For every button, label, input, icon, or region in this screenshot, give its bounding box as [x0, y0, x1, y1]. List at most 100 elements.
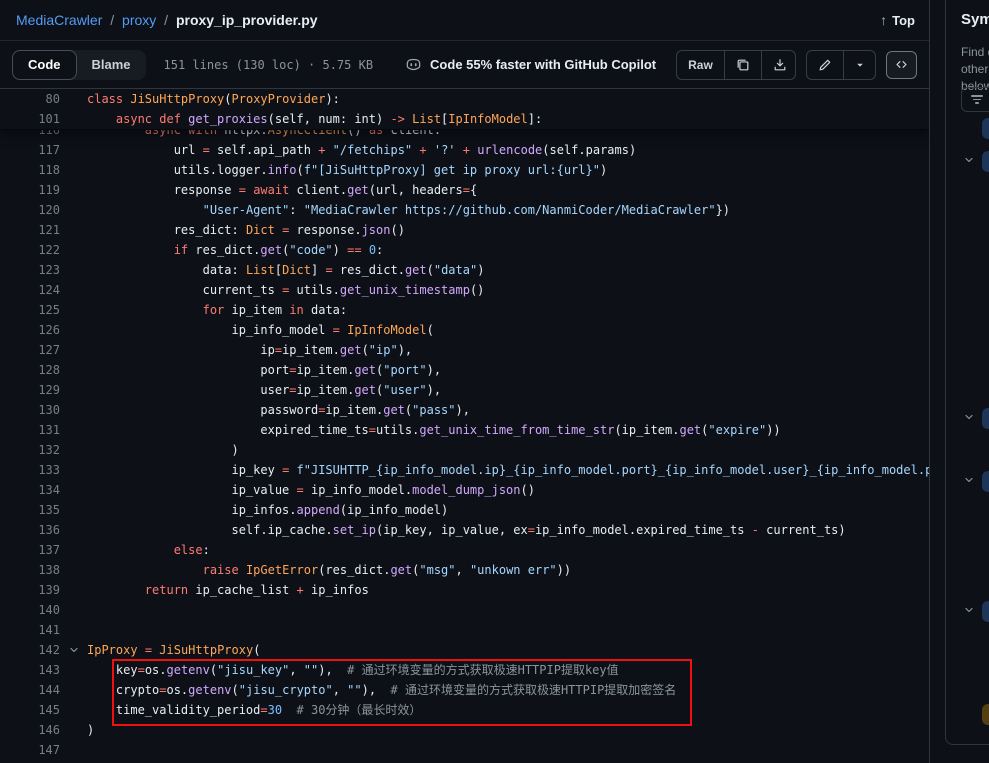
symbol-item[interactable]: [982, 471, 989, 492]
edit-button[interactable]: [807, 51, 843, 79]
line-number[interactable]: 130: [0, 400, 60, 420]
symbols-panel-toggle-button[interactable]: [886, 51, 917, 79]
collapse-gutter: [60, 480, 87, 500]
line-number[interactable]: 141: [0, 620, 60, 640]
code-text: current_ts = utils.get_unix_timestamp(): [87, 280, 929, 300]
line-number[interactable]: 128: [0, 360, 60, 380]
symbols-filter-button[interactable]: [961, 87, 989, 112]
line-number[interactable]: 119: [0, 180, 60, 200]
line-number[interactable]: 131: [0, 420, 60, 440]
sticky-context-lines: 80 class JiSuHttpProxy(ProxyProvider): 101…: [0, 89, 929, 129]
collapse-gutter: [60, 720, 87, 740]
code-text: port=ip_item.get("port"),: [87, 360, 929, 380]
back-to-top-label: Top: [892, 13, 915, 28]
line-number[interactable]: 80: [0, 89, 60, 109]
tab-blame[interactable]: Blame: [77, 50, 146, 80]
code-lines: 116async with httpx.AsyncClient() as cli…: [0, 89, 929, 760]
code-text: class JiSuHttpProxy(ProxyProvider):: [87, 89, 929, 109]
raw-button[interactable]: Raw: [677, 51, 724, 79]
line-number[interactable]: 124: [0, 280, 60, 300]
line-number[interactable]: 134: [0, 480, 60, 500]
breadcrumb-repo-link[interactable]: MediaCrawler: [16, 12, 102, 28]
chevron-down-icon[interactable]: [963, 604, 977, 618]
code-line: 145time_validity_period=30 # 30分钟（最长时效）: [0, 700, 929, 720]
code-line: 140: [0, 600, 929, 620]
line-number[interactable]: 101: [0, 109, 60, 129]
line-number[interactable]: 121: [0, 220, 60, 240]
line-number[interactable]: 118: [0, 160, 60, 180]
code-line: 142 IpProxy = JiSuHttpProxy(: [0, 640, 929, 660]
breadcrumb-separator: /: [164, 12, 168, 28]
line-number[interactable]: 126: [0, 320, 60, 340]
code-line: 133ip_key = f"JISUHTTP_{ip_info_model.ip…: [0, 460, 929, 480]
line-number[interactable]: 117: [0, 140, 60, 160]
code-text: self.ip_cache.set_ip(ip_key, ip_value, e…: [87, 520, 929, 540]
code-line: 132): [0, 440, 929, 460]
line-number[interactable]: 143: [0, 660, 60, 680]
line-number[interactable]: 122: [0, 240, 60, 260]
code-text: res_dict: Dict = response.json(): [87, 220, 929, 240]
line-number[interactable]: 132: [0, 440, 60, 460]
code-text: for ip_item in data:: [87, 300, 929, 320]
edit-actions-group: [806, 50, 875, 80]
line-number[interactable]: 135: [0, 500, 60, 520]
chevron-down-icon[interactable]: [963, 154, 977, 168]
code-text: ): [87, 720, 929, 740]
line-number[interactable]: 142: [0, 640, 60, 660]
copilot-banner[interactable]: Code 55% faster with GitHub Copilot: [405, 56, 656, 73]
code-line: 141: [0, 620, 929, 640]
pencil-icon: [818, 58, 832, 72]
code-text: IpProxy = JiSuHttpProxy(: [87, 640, 929, 660]
symbol-item[interactable]: [982, 118, 989, 139]
code-text: raise IpGetError(res_dict.get("msg", "un…: [87, 560, 929, 580]
line-number[interactable]: 125: [0, 300, 60, 320]
line-number[interactable]: 144: [0, 680, 60, 700]
code-line: 135ip_infos.append(ip_info_model): [0, 500, 929, 520]
collapse-gutter: [60, 700, 87, 720]
code-line: 128 port=ip_item.get("port"),: [0, 360, 929, 380]
collapse-gutter: [60, 560, 87, 580]
code-line: 123data: List[Dict] = res_dict.get("data…: [0, 260, 929, 280]
collapse-gutter: [60, 540, 87, 560]
symbol-item[interactable]: [982, 601, 989, 622]
code-line: 144crypto=os.getenv("jisu_crypto", ""), …: [0, 680, 929, 700]
symbols-description-line: other symbols in this file by clicking a…: [961, 61, 989, 78]
line-number[interactable]: 136: [0, 520, 60, 540]
chevron-down-icon[interactable]: [963, 474, 977, 488]
back-to-top-link[interactable]: ↑ Top: [880, 12, 915, 28]
symbol-item[interactable]: [982, 704, 989, 725]
line-number[interactable]: 120: [0, 200, 60, 220]
file-toolbar: Code Blame 151 lines (130 loc) · 5.75 KB…: [0, 41, 929, 89]
line-number[interactable]: 145: [0, 700, 60, 720]
chevron-down-icon[interactable]: [963, 411, 977, 425]
tab-code[interactable]: Code: [12, 50, 77, 80]
copy-button[interactable]: [724, 51, 761, 79]
line-number[interactable]: 146: [0, 720, 60, 740]
download-button[interactable]: [761, 51, 796, 79]
breadcrumb-folder-link[interactable]: proxy: [122, 12, 156, 28]
line-number[interactable]: 123: [0, 260, 60, 280]
line-number[interactable]: 140: [0, 600, 60, 620]
symbols-panel-title: Symbols: [961, 11, 989, 28]
edit-dropdown-button[interactable]: [843, 51, 875, 79]
line-number[interactable]: 129: [0, 380, 60, 400]
collapse-gutter: [60, 520, 87, 540]
code-text: [87, 600, 929, 620]
code-line: 131expired_time_ts=utils.get_unix_time_f…: [0, 420, 929, 440]
collapse-chevron-icon[interactable]: [60, 640, 87, 660]
symbol-item[interactable]: [982, 408, 989, 429]
code-line: 129user=ip_item.get("user"),: [0, 380, 929, 400]
line-number[interactable]: 139: [0, 580, 60, 600]
line-number[interactable]: 138: [0, 560, 60, 580]
collapse-gutter: [60, 360, 87, 380]
code-line: 80 class JiSuHttpProxy(ProxyProvider):: [0, 89, 929, 109]
copilot-icon: [405, 56, 422, 73]
line-number[interactable]: 137: [0, 540, 60, 560]
file-view-container: MediaCrawler / proxy / proxy_ip_provider…: [0, 0, 930, 763]
line-number[interactable]: 127: [0, 340, 60, 360]
line-number[interactable]: 133: [0, 460, 60, 480]
code-line: 136 self.ip_cache.set_ip(ip_key, ip_value…: [0, 520, 929, 540]
line-number[interactable]: 147: [0, 740, 60, 760]
symbol-item[interactable]: [982, 151, 989, 172]
collapse-gutter: [60, 220, 87, 240]
